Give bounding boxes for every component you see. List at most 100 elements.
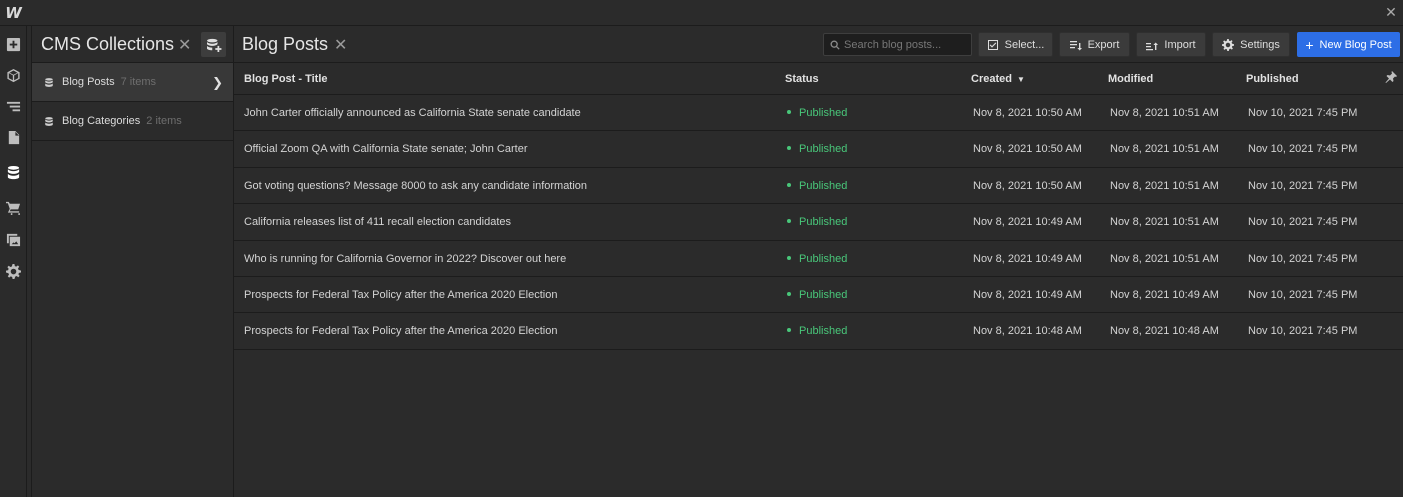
- cell-title: Official Zoom QA with California State s…: [244, 143, 528, 156]
- export-button[interactable]: Export: [1059, 32, 1130, 57]
- new-blog-post-label: New Blog Post: [1319, 38, 1392, 51]
- page-title: Blog Posts: [242, 34, 329, 54]
- assets-icon[interactable]: [0, 225, 26, 253]
- cell-published: Nov 10, 2021 7:45 PM: [1248, 107, 1358, 119]
- cell-published: Nov 10, 2021 7:45 PM: [1248, 252, 1358, 265]
- cell-modified: Nov 8, 2021 10:51 AM: [1110, 107, 1219, 119]
- status-label: Published: [799, 325, 848, 338]
- status-dot-icon: [787, 292, 791, 297]
- search-input[interactable]: [844, 38, 964, 51]
- column-header-label: Created: [971, 73, 1012, 85]
- cell-status: Published: [787, 143, 847, 155]
- navigator-icon[interactable]: [0, 92, 26, 120]
- pages-icon[interactable]: [0, 123, 26, 151]
- column-header-status[interactable]: Status: [785, 73, 819, 85]
- column-header-title[interactable]: Blog Post - Title: [244, 73, 328, 85]
- add-panel-icon[interactable]: [0, 30, 26, 58]
- cell-published: Nov 10, 2021 7:45 PM: [1248, 325, 1358, 338]
- cell-created: Nov 8, 2021 10:49 AM: [973, 288, 1082, 301]
- table-row[interactable]: Prospects for Federal Tax Policy after t…: [234, 277, 1403, 314]
- collection-view: Blog Posts ✕ Select... Export Import Set…: [234, 26, 1403, 497]
- cell-created: Nov 8, 2021 10:50 AM: [973, 107, 1082, 119]
- cell-title: Got voting questions? Message 8000 to as…: [244, 179, 588, 192]
- table-header: Blog Post - Title Status Created ▼ Modifi…: [234, 63, 1403, 95]
- search-icon: [830, 40, 840, 50]
- close-icon[interactable]: ✕: [178, 35, 191, 55]
- export-icon: [1069, 40, 1082, 50]
- cell-modified: Nov 8, 2021 10:51 AM: [1110, 216, 1219, 229]
- add-database-icon: [206, 38, 221, 52]
- database-icon: [44, 116, 54, 127]
- cms-panel-header: CMS Collections ✕: [32, 26, 233, 63]
- collection-name: Blog Categories: [62, 115, 141, 127]
- settings-label: Settings: [1240, 38, 1280, 51]
- cell-title: John Carter officially announced as Cali…: [244, 107, 581, 119]
- cell-published: Nov 10, 2021 7:45 PM: [1248, 179, 1358, 192]
- panel-title: CMS Collections: [41, 34, 175, 54]
- search-box[interactable]: [823, 33, 972, 56]
- cell-status: Published: [787, 180, 847, 192]
- column-header-modified[interactable]: Modified: [1108, 73, 1153, 85]
- cell-status: Published: [787, 216, 847, 228]
- status-label: Published: [799, 252, 848, 265]
- checkbox-icon: [987, 39, 998, 50]
- cms-icon[interactable]: [0, 158, 26, 186]
- collection-count: 7 items: [120, 76, 157, 88]
- status-label: Published: [799, 288, 848, 301]
- table-row[interactable]: Got voting questions? Message 8000 to as…: [234, 168, 1403, 205]
- cell-created: Nov 8, 2021 10:49 AM: [973, 216, 1082, 229]
- import-icon: [1146, 42, 1159, 50]
- cell-title: Prospects for Federal Tax Policy after t…: [244, 288, 558, 301]
- cell-title: Who is running for California Governor i…: [244, 252, 567, 265]
- top-bar: W ✕: [0, 0, 1403, 26]
- plus-icon: +: [1305, 36, 1314, 53]
- cell-status: Published: [787, 107, 847, 119]
- cell-created: Nov 8, 2021 10:48 AM: [973, 325, 1082, 338]
- cell-published: Nov 10, 2021 7:45 PM: [1248, 216, 1358, 229]
- webflow-logo[interactable]: W: [0, 0, 27, 26]
- cms-collections-panel: CMS Collections ✕ Blog Posts 7 items ❯ B…: [31, 26, 234, 497]
- table-body: John Carter officially announced as Cali…: [234, 95, 1403, 350]
- collection-count: 2 items: [146, 115, 182, 127]
- new-blog-post-button[interactable]: + New Blog Post: [1297, 32, 1400, 57]
- components-icon[interactable]: [0, 61, 26, 89]
- status-label: Published: [799, 216, 848, 229]
- settings-icon[interactable]: [0, 257, 26, 285]
- column-header-published[interactable]: Published: [1246, 73, 1299, 85]
- import-label: Import: [1164, 38, 1196, 51]
- add-collection-button[interactable]: [201, 32, 226, 57]
- column-header-created[interactable]: Created ▼: [971, 73, 1025, 85]
- status-label: Published: [799, 107, 848, 119]
- close-icon[interactable]: ✕: [334, 35, 347, 55]
- ecommerce-icon[interactable]: [0, 193, 26, 221]
- collection-item-blog-categories[interactable]: Blog Categories 2 items: [32, 102, 233, 141]
- chevron-right-icon: ❯: [212, 75, 223, 90]
- cell-modified: Nov 8, 2021 10:51 AM: [1110, 143, 1219, 156]
- table-row[interactable]: Official Zoom QA with California State s…: [234, 131, 1403, 168]
- settings-button[interactable]: Settings: [1212, 32, 1290, 57]
- status-label: Published: [799, 179, 848, 192]
- import-button[interactable]: Import: [1136, 32, 1206, 57]
- cell-published: Nov 10, 2021 7:45 PM: [1248, 288, 1358, 301]
- export-label: Export: [1087, 38, 1120, 51]
- table-row[interactable]: John Carter officially announced as Cali…: [234, 95, 1403, 132]
- collection-name: Blog Posts: [62, 76, 115, 88]
- cell-status: Published: [787, 289, 847, 301]
- table-row[interactable]: Who is running for California Governor i…: [234, 241, 1403, 277]
- pin-icon[interactable]: [1385, 71, 1397, 86]
- close-icon[interactable]: ✕: [1381, 2, 1401, 22]
- select-button[interactable]: Select...: [978, 32, 1053, 57]
- cell-published: Nov 10, 2021 7:45 PM: [1248, 143, 1358, 156]
- sort-desc-icon: ▼: [1016, 75, 1025, 84]
- cell-created: Nov 8, 2021 10:50 AM: [973, 143, 1082, 156]
- cell-title: California releases list of 411 recall e…: [244, 216, 511, 229]
- table-row[interactable]: Prospects for Federal Tax Policy after t…: [234, 313, 1403, 350]
- gear-icon: [1222, 38, 1235, 51]
- cell-created: Nov 8, 2021 10:50 AM: [973, 179, 1082, 192]
- table-row[interactable]: California releases list of 411 recall e…: [234, 204, 1403, 241]
- collection-item-blog-posts[interactable]: Blog Posts 7 items ❯: [32, 63, 233, 102]
- status-dot-icon: [787, 255, 791, 260]
- cell-modified: Nov 8, 2021 10:48 AM: [1110, 325, 1219, 338]
- status-dot-icon: [787, 328, 791, 333]
- database-icon: [44, 77, 54, 88]
